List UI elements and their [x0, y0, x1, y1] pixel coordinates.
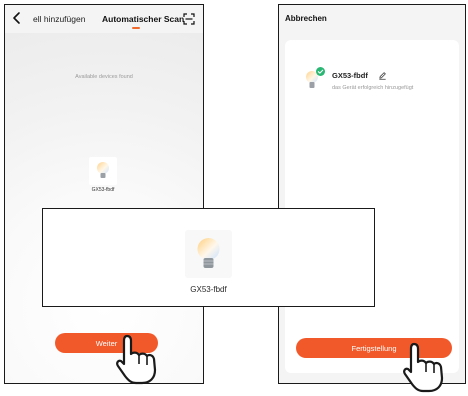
- light-bulb-icon: [97, 162, 109, 178]
- tap-hand-icon: [116, 334, 157, 385]
- device-name-large: GX53-fbdf: [190, 285, 227, 294]
- found-device-icon[interactable]: [89, 157, 117, 185]
- scan-frame-icon[interactable]: [183, 13, 195, 25]
- tab-active-indicator: [132, 27, 140, 29]
- check-badge-icon: [316, 67, 325, 76]
- tab-manual-add[interactable]: ell hinzufügen: [33, 14, 85, 24]
- light-bulb-icon: [197, 238, 220, 268]
- back-arrow-icon[interactable]: [11, 11, 23, 25]
- zoom-callout: GX53-fbdf: [42, 208, 375, 307]
- found-device-name: GX53-fbdf: [91, 187, 115, 193]
- edit-pencil-icon[interactable]: [378, 71, 387, 80]
- device-icon-large: [185, 230, 232, 278]
- cancel-button[interactable]: Abbrechen: [285, 14, 327, 23]
- added-device-name: GX53-fbdf: [332, 71, 368, 80]
- right-phone-screen: Abbrechen GX53-fbdf das Gerät erfolgreic…: [278, 4, 466, 384]
- added-device-status: das Gerät erfolgreich hinzugefügt: [332, 85, 414, 91]
- tab-auto-scan[interactable]: Automatischer Scan: [102, 14, 184, 24]
- left-header: ell hinzufügen Automatischer Scan: [5, 5, 203, 33]
- left-phone-screen: ell hinzufügen Automatischer Scan Availa…: [4, 4, 204, 384]
- right-header: Abbrechen: [279, 5, 465, 33]
- available-devices-text: Available devices found: [75, 74, 133, 80]
- tap-hand-icon: [403, 342, 444, 393]
